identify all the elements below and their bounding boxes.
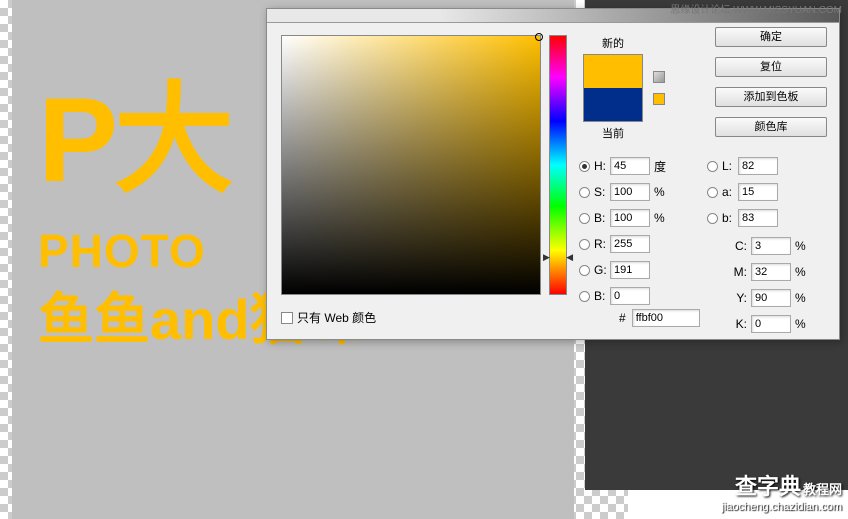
- label-bl: b:: [722, 211, 738, 225]
- radio-r[interactable]: [579, 239, 590, 250]
- input-l[interactable]: [738, 157, 778, 175]
- wm-main: 查字典: [735, 474, 801, 499]
- ok-button[interactable]: 确定: [715, 27, 827, 47]
- input-g[interactable]: [610, 261, 650, 279]
- input-bl[interactable]: [738, 209, 778, 227]
- label-s: S:: [594, 185, 610, 199]
- input-c[interactable]: [751, 237, 791, 255]
- radio-s[interactable]: [579, 187, 590, 198]
- watermark-bottom: 查字典教程网 jiaocheng.chazidian.com: [722, 469, 842, 513]
- web-only-row[interactable]: 只有 Web 颜色: [281, 309, 376, 326]
- dialog-buttons: 确定 复位 添加到色板 颜色库: [715, 27, 827, 147]
- label-current: 当前: [583, 125, 643, 141]
- color-picker-dialog[interactable]: ▶◀ 新的 当前 确定 复位 添加到色板 颜色库 H: 度 S:% B:% R: …: [266, 8, 840, 340]
- web-only-label: 只有 Web 颜色: [297, 309, 376, 326]
- add-swatch-button[interactable]: 添加到色板: [715, 87, 827, 107]
- cmyk-fields: C:% M:% Y:% K:%: [729, 233, 809, 337]
- wm-suffix: 教程网: [803, 482, 842, 497]
- input-hex[interactable]: [632, 309, 700, 327]
- cube-icon[interactable]: [653, 71, 665, 83]
- label-g: G:: [594, 263, 610, 277]
- hue-pointer[interactable]: ▶◀: [543, 252, 573, 263]
- color-library-button[interactable]: 颜色库: [715, 117, 827, 137]
- label-m: M:: [729, 265, 747, 279]
- unit-pc2: %: [795, 265, 809, 279]
- label-hash: #: [619, 311, 626, 325]
- watermark-top: 思缘设计论坛 WWW.MISSYUAN.COM: [670, 1, 842, 16]
- radio-bc[interactable]: [579, 291, 590, 302]
- unit-pct1: %: [654, 185, 668, 199]
- unit-pct2: %: [654, 211, 668, 225]
- label-l: L:: [722, 159, 738, 173]
- label-r: R:: [594, 237, 610, 251]
- radio-l[interactable]: [707, 161, 718, 172]
- label-c: C:: [729, 239, 747, 253]
- input-s[interactable]: [610, 183, 650, 201]
- input-r[interactable]: [610, 235, 650, 253]
- swatch-new-color[interactable]: [583, 54, 643, 88]
- swatch-preview: 新的 当前: [583, 35, 643, 141]
- radio-bl[interactable]: [707, 213, 718, 224]
- input-a[interactable]: [738, 183, 778, 201]
- radio-g[interactable]: [579, 265, 590, 276]
- hsb-rgb-fields: H: 度 S:% B:% R: G: B:: [579, 153, 668, 309]
- radio-a[interactable]: [707, 187, 718, 198]
- unit-pc1: %: [795, 239, 809, 253]
- saturation-value-field[interactable]: [281, 35, 541, 295]
- input-bv[interactable]: [610, 209, 650, 227]
- input-k[interactable]: [751, 315, 791, 333]
- swatch-current-color[interactable]: [583, 88, 643, 122]
- web-only-checkbox[interactable]: [281, 312, 293, 324]
- label-k: K:: [729, 317, 747, 331]
- label-y: Y:: [729, 291, 747, 305]
- label-bc: B:: [594, 289, 610, 303]
- radio-h[interactable]: [579, 161, 590, 172]
- label-h: H:: [594, 159, 610, 173]
- input-h[interactable]: [610, 157, 650, 175]
- radio-b[interactable]: [579, 213, 590, 224]
- lab-fields: L: a: b:: [707, 153, 778, 231]
- input-y[interactable]: [751, 289, 791, 307]
- sv-marker[interactable]: [535, 33, 543, 41]
- unit-pc3: %: [795, 291, 809, 305]
- hex-row: #: [619, 309, 700, 327]
- unit-pc4: %: [795, 317, 809, 331]
- reset-button[interactable]: 复位: [715, 57, 827, 77]
- label-a: a:: [722, 185, 738, 199]
- websafe-swatch[interactable]: [653, 93, 665, 105]
- wm-url: jiaocheng.chazidian.com: [722, 501, 842, 513]
- label-new: 新的: [583, 35, 643, 51]
- label-bv: B:: [594, 211, 610, 225]
- unit-deg: 度: [654, 158, 668, 175]
- input-bc[interactable]: [610, 287, 650, 305]
- input-m[interactable]: [751, 263, 791, 281]
